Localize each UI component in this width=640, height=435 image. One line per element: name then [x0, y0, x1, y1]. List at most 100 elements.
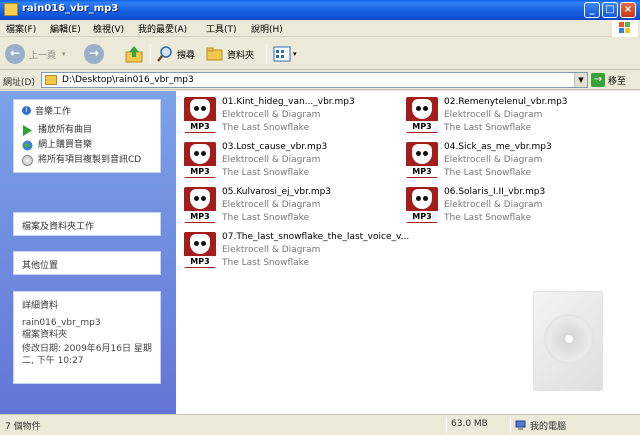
window-title: rain016_vbr_mp3 — [22, 3, 119, 14]
minimize-button[interactable]: _ — [584, 2, 600, 18]
go-arrow-icon: → — [591, 73, 605, 87]
address-input[interactable]: D:\Desktop\rain016_vbr_mp3 ▼ — [41, 72, 588, 88]
menu-favorites[interactable]: 我的最愛(A) — [138, 22, 187, 35]
address-bar: 網址(D) D:\Desktop\rain016_vbr_mp3 ▼ → 移至 — [0, 70, 640, 90]
file-name: 01.Kint_hideg_van..._vbr.mp3 — [222, 97, 355, 107]
task-label: 網上購買音樂 — [38, 140, 93, 150]
file-folder-tasks-panel[interactable]: 檔案及資料夾工作 — [13, 212, 161, 236]
folders-button[interactable]: 資料夾 — [206, 43, 254, 65]
task-copy-to-cd[interactable]: 將所有項目複製到音訊CD — [22, 155, 152, 166]
chevron-down-icon: ▾ — [62, 50, 66, 58]
status-size: 63.0 MB — [451, 419, 488, 429]
search-button[interactable]: 搜尋 — [156, 43, 195, 65]
menu-bar: 檔案(F) 編輯(E) 檢視(V) 我的最愛(A) 工具(T) 說明(H) — [0, 20, 640, 37]
search-label: 搜尋 — [177, 50, 196, 61]
music-folder-watermark-icon — [533, 291, 603, 391]
file-name: 05.Kulvarosi_ej_vbr.mp3 — [222, 187, 332, 197]
windows-logo-icon — [612, 20, 638, 37]
task-label: 將所有項目複製到音訊CD — [38, 155, 142, 165]
music-tasks-panel: i 音樂工作 播放所有曲目 網上購買音樂 將所有項目複製到音訊CD — [13, 99, 161, 173]
menu-tools[interactable]: 工具(T) — [206, 22, 237, 35]
go-label: 移至 — [608, 76, 627, 87]
forward-button[interactable]: → — [84, 43, 104, 65]
status-bar: 7 個物件 63.0 MB 我的電腦 — [0, 414, 640, 435]
close-button[interactable]: × — [620, 2, 636, 18]
menu-file[interactable]: 檔案(F) — [6, 22, 36, 35]
mp3-file-icon: MP3 — [406, 97, 438, 133]
file-item[interactable]: MP3 05.Kulvarosi_ej_vbr.mp3 Elektrocell … — [180, 185, 400, 225]
back-arrow-icon: ← — [5, 44, 25, 64]
other-places-panel[interactable]: 其他位置 — [13, 251, 161, 275]
file-album: The Last Snowflake — [222, 213, 310, 223]
file-item[interactable]: MP3 03.Lost_cause_vbr.mp3 Elektrocell & … — [180, 140, 400, 180]
my-computer-icon — [515, 420, 526, 430]
file-album: The Last Snowflake — [444, 213, 532, 223]
folders-label: 資料夾 — [227, 50, 255, 61]
file-item[interactable]: MP3 04.Sick_as_me_vbr.mp3 Elektrocell & … — [402, 140, 622, 180]
task-pane: i 音樂工作 播放所有曲目 網上購買音樂 將所有項目複製到音訊CD 檔案及資料夾… — [0, 91, 176, 414]
search-icon — [157, 46, 172, 62]
address-value: D:\Desktop\rain016_vbr_mp3 — [62, 75, 194, 85]
file-item[interactable]: MP3 06.Solaris_I.II_vbr.mp3 Elektrocell … — [402, 185, 622, 225]
file-album: The Last Snowflake — [444, 168, 532, 178]
chevron-down-icon: ▾ — [293, 50, 297, 58]
task-play-all[interactable]: 播放所有曲目 — [22, 125, 152, 136]
menu-view[interactable]: 檢視(V) — [93, 22, 124, 35]
explorer-window: rain016_vbr_mp3 _ □ × 檔案(F) 編輯(E) 檢視(V) … — [0, 0, 640, 435]
file-artist: Elektrocell & Diagram — [444, 200, 543, 210]
go-button[interactable]: → 移至 — [591, 73, 626, 87]
file-artist: Elektrocell & Diagram — [444, 110, 543, 120]
views-icon — [273, 46, 291, 62]
folder-icon — [45, 75, 57, 85]
folder-icon — [4, 3, 18, 16]
maximize-button[interactable]: □ — [602, 2, 618, 18]
file-item[interactable]: MP3 02.Remenytelenul_vbr.mp3 Elektrocell… — [402, 95, 622, 135]
forward-arrow-icon: → — [84, 44, 104, 64]
file-list: MP3 01.Kint_hideg_van..._vbr.mp3 Elektro… — [176, 91, 640, 414]
file-name: 04.Sick_as_me_vbr.mp3 — [444, 142, 552, 152]
details-modified: 修改日期: 2009年6月16日 星期二, 下午 10:27 — [22, 344, 152, 366]
globe-icon — [22, 140, 33, 151]
folders-icon — [206, 47, 223, 61]
back-label: 上一頁 — [29, 50, 57, 61]
mp3-file-icon: MP3 — [184, 97, 216, 133]
file-name: 07.The_last_snowflake_the_last_voice_v..… — [222, 232, 410, 242]
task-buy-music[interactable]: 網上購買音樂 — [22, 140, 152, 151]
music-tasks-header[interactable]: i 音樂工作 — [14, 100, 160, 121]
up-folder-icon — [125, 46, 143, 63]
task-label: 播放所有曲目 — [38, 125, 93, 135]
file-name: 03.Lost_cause_vbr.mp3 — [222, 142, 328, 152]
file-artist: Elektrocell & Diagram — [222, 110, 321, 120]
file-item[interactable]: MP3 07.The_last_snowflake_the_last_voice… — [180, 230, 409, 270]
status-location: 我的電腦 — [515, 419, 566, 432]
status-object-count: 7 個物件 — [5, 422, 41, 432]
mp3-file-icon: MP3 — [406, 187, 438, 223]
play-icon — [23, 125, 32, 136]
details-name: rain016_vbr_mp3 — [22, 318, 101, 328]
file-artist: Elektrocell & Diagram — [222, 245, 321, 255]
menu-edit[interactable]: 編輯(E) — [50, 22, 81, 35]
mp3-file-icon: MP3 — [406, 142, 438, 178]
mp3-file-icon: MP3 — [184, 187, 216, 223]
file-name: 02.Remenytelenul_vbr.mp3 — [444, 97, 568, 107]
address-label: 網址(D) — [3, 78, 35, 88]
up-folder-button[interactable] — [124, 43, 144, 65]
details-title[interactable]: 詳細資料 — [14, 292, 160, 313]
address-dropdown-icon[interactable]: ▼ — [574, 73, 587, 87]
details-panel: 詳細資料 rain016_vbr_mp3 檔案資料夾 修改日期: 2009年6月… — [13, 291, 161, 384]
file-artist: Elektrocell & Diagram — [222, 155, 321, 165]
file-name: 06.Solaris_I.II_vbr.mp3 — [444, 187, 546, 197]
toolbar: ← 上一頁 ▾ → 搜尋 資料夾 ▾ — [0, 38, 640, 70]
info-icon: i — [22, 106, 31, 115]
file-item[interactable]: MP3 01.Kint_hideg_van..._vbr.mp3 Elektro… — [180, 95, 400, 135]
other-places-title: 其他位置 — [22, 261, 59, 271]
cd-burn-icon — [22, 155, 33, 166]
file-album: The Last Snowflake — [444, 123, 532, 133]
file-folder-tasks-title: 檔案及資料夾工作 — [22, 222, 95, 232]
title-bar[interactable]: rain016_vbr_mp3 _ □ × — [0, 0, 640, 20]
file-artist: Elektrocell & Diagram — [222, 200, 321, 210]
views-button[interactable]: ▾ — [273, 43, 297, 65]
mp3-file-icon: MP3 — [184, 232, 216, 268]
menu-help[interactable]: 說明(H) — [251, 22, 283, 35]
back-button[interactable]: ← 上一頁 ▾ — [5, 43, 66, 65]
